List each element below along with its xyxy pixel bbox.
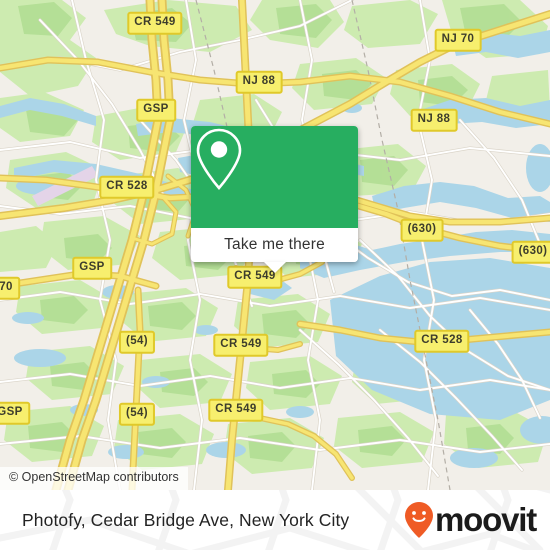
road-shield: 70 — [0, 276, 20, 300]
road-shield: NJ 88 — [410, 108, 458, 132]
road-shield: CR 528 — [99, 175, 155, 199]
road-shield: (54) — [118, 330, 156, 354]
moovit-smiling-pin-icon — [405, 502, 434, 538]
place-title: Photofy, Cedar Bridge Ave, New York City — [22, 509, 350, 530]
road-shield: CR 549 — [127, 11, 183, 35]
road-shield: CR 528 — [414, 329, 470, 353]
popup-pointer-tail — [263, 262, 286, 273]
osm-attribution[interactable]: © OpenStreetMap contributors — [0, 467, 188, 490]
road-shield: GSP — [72, 256, 112, 280]
popup-icon-area — [191, 126, 358, 228]
road-shield: (630) — [511, 240, 550, 264]
road-shield: GSP — [136, 98, 176, 122]
moovit-logo[interactable]: moovit — [404, 500, 537, 539]
map-canvas[interactable]: CR 549 NJ 70 NJ 88 GSP NJ 88 CR 528 (630) (630)… — [0, 0, 550, 490]
road-shield: (54) — [118, 402, 156, 426]
take-me-there-button[interactable]: Take me there — [191, 228, 358, 262]
moovit-map-share-card: CR 549 NJ 70 NJ 88 GSP NJ 88 CR 528 (630) (630)… — [0, 0, 550, 550]
map-pin-icon — [196, 128, 242, 190]
road-shield: (630) — [400, 218, 444, 242]
moovit-wordmark: moovit — [435, 500, 537, 538]
footer-bar: Photofy, Cedar Bridge Ave, New York City… — [0, 490, 550, 550]
road-shield: GSP — [0, 401, 30, 425]
road-shield: CR 549 — [213, 333, 269, 357]
road-shield: NJ 70 — [434, 28, 482, 52]
location-popup-card[interactable]: Take me there — [191, 126, 358, 273]
road-shield: CR 549 — [208, 398, 264, 422]
road-shield: NJ 88 — [235, 70, 283, 94]
